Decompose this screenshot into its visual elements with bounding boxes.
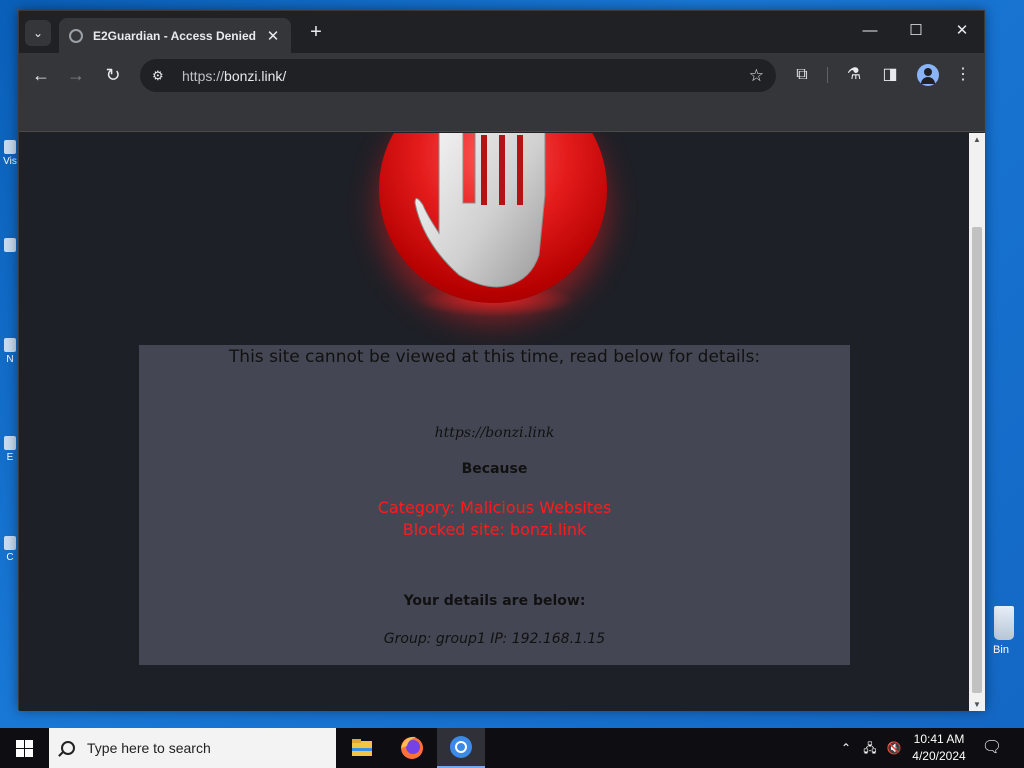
desktop-icon-1[interactable]: Vis — [2, 140, 18, 180]
tab-search-button[interactable]: ⌄ — [25, 20, 51, 46]
address-bar[interactable]: ⚙ https://bonzi.link/ ☆ — [140, 59, 776, 92]
scroll-down-icon[interactable]: ▼ — [973, 700, 981, 709]
globe-icon — [69, 28, 83, 43]
minimize-button[interactable]: — — [847, 11, 893, 51]
chrome-icon[interactable] — [437, 728, 485, 768]
desktop-icon-3[interactable]: N — [2, 338, 18, 378]
network-icon[interactable]: 🖧 — [858, 728, 882, 768]
page-viewport: This site cannot be viewed at this time,… — [19, 133, 969, 711]
show-hidden-icons[interactable]: ⌃ — [836, 728, 856, 768]
new-tab-button[interactable]: + — [304, 20, 328, 44]
page-scrollbar[interactable]: ▲ ▼ — [969, 133, 985, 711]
tab-close-icon[interactable]: ✕ — [265, 27, 281, 45]
side-panel-icon[interactable]: ◨ — [877, 62, 903, 88]
maximize-button[interactable]: ☐ — [893, 11, 939, 51]
search-icon — [61, 741, 75, 755]
menu-icon[interactable]: ⋮ — [950, 62, 976, 88]
taskbar-search[interactable]: Type here to search — [49, 728, 336, 768]
labs-icon[interactable]: ⚗ — [841, 62, 867, 88]
search-placeholder: Type here to search — [87, 740, 211, 756]
scroll-up-icon[interactable]: ▲ — [973, 135, 981, 144]
taskbar: Type here to search ⌃ 🖧 🔇 10:41 AM 4/20/… — [0, 728, 1024, 768]
url-text[interactable]: https://bonzi.link/ — [182, 68, 749, 84]
firefox-icon[interactable] — [388, 728, 436, 768]
time: 10:41 AM — [913, 732, 965, 746]
file-explorer-icon[interactable] — [338, 728, 386, 768]
site-info-icon[interactable]: ⚙ — [152, 68, 172, 84]
close-window-button[interactable]: ✕ — [939, 11, 985, 51]
desktop-icon-2[interactable] — [2, 238, 18, 278]
start-button[interactable] — [0, 728, 48, 768]
scroll-thumb[interactable] — [972, 227, 982, 693]
tab-title: E2Guardian - Access Denied — [93, 28, 256, 43]
back-button[interactable]: ← — [27, 61, 55, 89]
user-details: Group: group1 IP: 192.168.1.15 — [383, 631, 606, 647]
blocked-site: Blocked site: bonzi.link — [402, 520, 587, 539]
block-details-panel: This site cannot be viewed at this time,… — [139, 345, 850, 665]
notifications-icon[interactable]: 🗨 — [978, 728, 1006, 768]
block-reason: Category: Malicious Websites Blocked sit… — [139, 497, 850, 541]
clock[interactable]: 10:41 AM 4/20/2024 — [904, 731, 974, 765]
reload-button[interactable]: ↻ — [99, 61, 127, 89]
profile-icon[interactable] — [917, 64, 939, 86]
desktop-icon-5[interactable]: C — [2, 536, 18, 576]
block-category: Category: Malicious Websites — [377, 498, 612, 517]
toolbar-divider — [827, 67, 828, 83]
page-headline: This site cannot be viewed at this time,… — [228, 347, 761, 367]
volume-muted-icon[interactable]: 🔇 — [882, 728, 906, 768]
details-heading: Your details are below: — [403, 593, 586, 609]
bookmark-star-icon[interactable]: ☆ — [749, 66, 764, 86]
title-bar: ⌄ E2Guardian - Access Denied ✕ + — ☐ ✕ — [19, 11, 984, 53]
date: 4/20/2024 — [912, 749, 966, 763]
stop-hand-icon — [379, 133, 607, 303]
browser-window: ⌄ E2Guardian - Access Denied ✕ + — ☐ ✕ ←… — [18, 10, 985, 711]
extensions-icon[interactable]: ⧉ — [789, 62, 815, 88]
tab-active[interactable]: E2Guardian - Access Denied ✕ — [59, 18, 291, 53]
desktop-icon-4[interactable]: E — [2, 436, 18, 476]
forward-button[interactable]: → — [62, 61, 90, 89]
bookmarks-bar — [19, 98, 984, 132]
blocked-url: https://bonzi.link — [434, 425, 555, 441]
recycle-bin-icon[interactable]: Bin — [984, 606, 1018, 670]
browser-toolbar: ← → ↻ ⚙ https://bonzi.link/ ☆ ⧉ ⚗ ◨ ⋮ — [19, 53, 984, 98]
because-label: Because — [461, 461, 528, 477]
